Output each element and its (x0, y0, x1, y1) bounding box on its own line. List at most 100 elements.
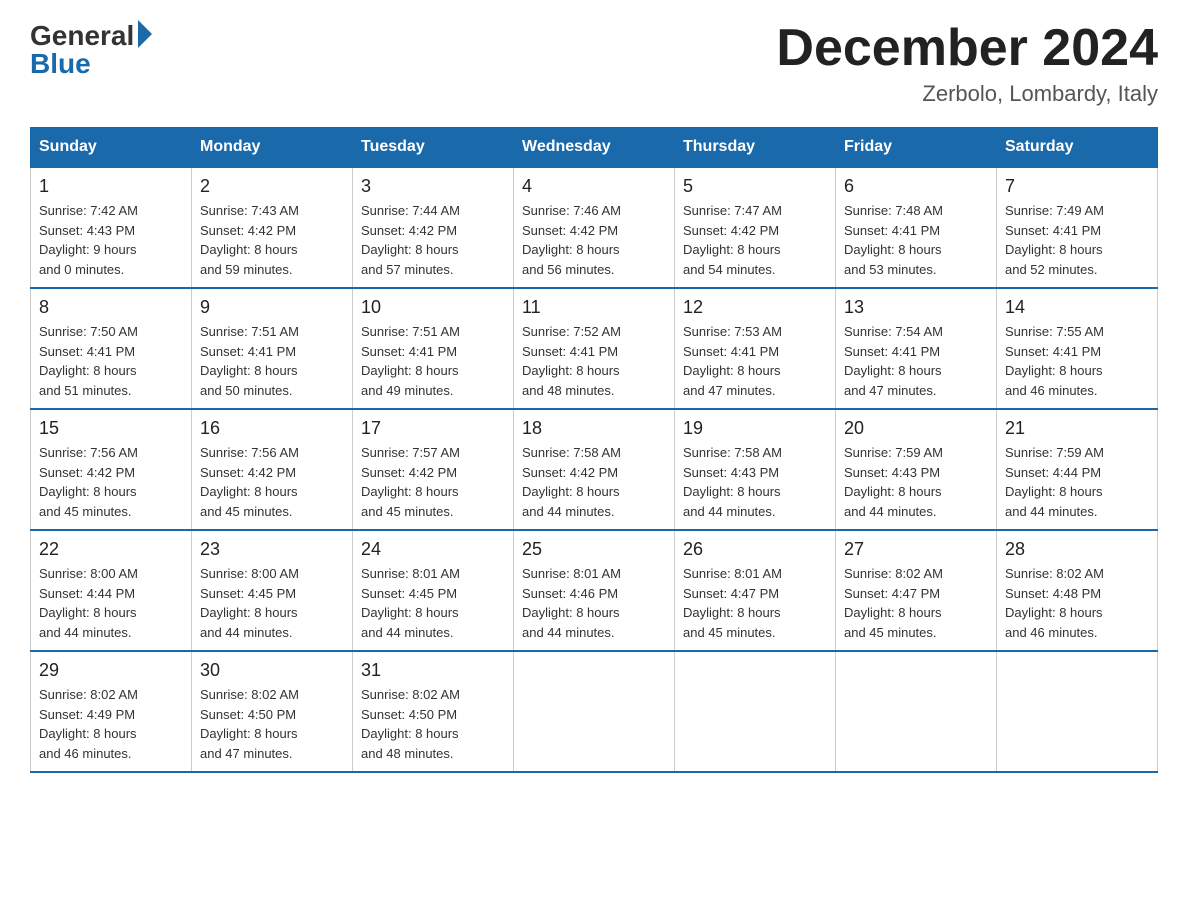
day-info: Sunrise: 8:01 AM Sunset: 4:47 PM Dayligh… (683, 564, 827, 642)
day-number: 8 (39, 297, 183, 318)
day-info: Sunrise: 7:47 AM Sunset: 4:42 PM Dayligh… (683, 201, 827, 279)
day-info: Sunrise: 7:56 AM Sunset: 4:42 PM Dayligh… (39, 443, 183, 521)
day-info: Sunrise: 7:50 AM Sunset: 4:41 PM Dayligh… (39, 322, 183, 400)
day-number: 30 (200, 660, 344, 681)
calendar-day-cell: 13Sunrise: 7:54 AM Sunset: 4:41 PM Dayli… (836, 288, 997, 409)
day-info: Sunrise: 7:46 AM Sunset: 4:42 PM Dayligh… (522, 201, 666, 279)
logo-blue-text: Blue (30, 48, 91, 80)
day-info: Sunrise: 8:02 AM Sunset: 4:50 PM Dayligh… (361, 685, 505, 763)
day-info: Sunrise: 7:56 AM Sunset: 4:42 PM Dayligh… (200, 443, 344, 521)
day-info: Sunrise: 8:02 AM Sunset: 4:50 PM Dayligh… (200, 685, 344, 763)
day-number: 25 (522, 539, 666, 560)
day-of-week-header: Monday (192, 128, 353, 168)
calendar-week-row: 8 Sunrise: 7:50 AM Sunset: 4:41 PM Daylig… (31, 288, 1158, 409)
day-info: Sunrise: 7:55 AM Sunset: 4:41 PM Dayligh… (1005, 322, 1149, 400)
day-info: Sunrise: 8:00 AM Sunset: 4:44 PM Dayligh… (39, 564, 183, 642)
calendar-day-cell: 10 Sunrise: 7:51 AM Sunset: 4:41 PM Dayli… (353, 288, 514, 409)
day-number: 4 (522, 176, 666, 197)
day-info: Sunrise: 7:58 AM Sunset: 4:43 PM Dayligh… (683, 443, 827, 521)
day-number: 27 (844, 539, 988, 560)
calendar-header-row: SundayMondayTuesdayWednesdayThursdayFrid… (31, 128, 1158, 168)
calendar-day-cell: 7 Sunrise: 7:49 AM Sunset: 4:41 PM Daylig… (997, 167, 1158, 288)
calendar-day-cell: 22 Sunrise: 8:00 AM Sunset: 4:44 PM Dayli… (31, 530, 192, 651)
calendar-day-cell: 23 Sunrise: 8:00 AM Sunset: 4:45 PM Dayli… (192, 530, 353, 651)
day-number: 2 (200, 176, 344, 197)
day-number: 17 (361, 418, 505, 439)
day-info: Sunrise: 8:01 AM Sunset: 4:45 PM Dayligh… (361, 564, 505, 642)
day-info: Sunrise: 7:42 AM Sunset: 4:43 PM Dayligh… (39, 201, 183, 279)
calendar-day-cell: 8 Sunrise: 7:50 AM Sunset: 4:41 PM Daylig… (31, 288, 192, 409)
day-number: 16 (200, 418, 344, 439)
day-info: Sunrise: 7:48 AM Sunset: 4:41 PM Dayligh… (844, 201, 988, 279)
day-info: Sunrise: 7:49 AM Sunset: 4:41 PM Dayligh… (1005, 201, 1149, 279)
day-number: 1 (39, 176, 183, 197)
day-of-week-header: Thursday (675, 128, 836, 168)
calendar-day-cell: 19 Sunrise: 7:58 AM Sunset: 4:43 PM Dayli… (675, 409, 836, 530)
day-number: 7 (1005, 176, 1149, 197)
day-number: 22 (39, 539, 183, 560)
day-number: 10 (361, 297, 505, 318)
day-of-week-header: Sunday (31, 128, 192, 168)
day-info: Sunrise: 8:02 AM Sunset: 4:47 PM Dayligh… (844, 564, 988, 642)
logo: General Blue (30, 20, 152, 80)
calendar-day-cell: 9 Sunrise: 7:51 AM Sunset: 4:41 PM Daylig… (192, 288, 353, 409)
day-number: 5 (683, 176, 827, 197)
day-info: Sunrise: 7:44 AM Sunset: 4:42 PM Dayligh… (361, 201, 505, 279)
day-info: Sunrise: 7:57 AM Sunset: 4:42 PM Dayligh… (361, 443, 505, 521)
calendar-day-cell: 30 Sunrise: 8:02 AM Sunset: 4:50 PM Dayli… (192, 651, 353, 772)
calendar-day-cell: 28Sunrise: 8:02 AM Sunset: 4:48 PM Dayli… (997, 530, 1158, 651)
day-number: 19 (683, 418, 827, 439)
day-info: Sunrise: 8:01 AM Sunset: 4:46 PM Dayligh… (522, 564, 666, 642)
calendar-day-cell: 15Sunrise: 7:56 AM Sunset: 4:42 PM Dayli… (31, 409, 192, 530)
day-number: 21 (1005, 418, 1149, 439)
calendar-day-cell: 25 Sunrise: 8:01 AM Sunset: 4:46 PM Dayli… (514, 530, 675, 651)
day-of-week-header: Wednesday (514, 128, 675, 168)
logo-triangle-icon (138, 20, 152, 48)
day-number: 20 (844, 418, 988, 439)
calendar-week-row: 1 Sunrise: 7:42 AM Sunset: 4:43 PM Daylig… (31, 167, 1158, 288)
calendar-day-cell: 5 Sunrise: 7:47 AM Sunset: 4:42 PM Daylig… (675, 167, 836, 288)
calendar-day-cell: 1 Sunrise: 7:42 AM Sunset: 4:43 PM Daylig… (31, 167, 192, 288)
day-info: Sunrise: 7:53 AM Sunset: 4:41 PM Dayligh… (683, 322, 827, 400)
calendar-day-cell: 16 Sunrise: 7:56 AM Sunset: 4:42 PM Dayli… (192, 409, 353, 530)
calendar-day-cell: 26 Sunrise: 8:01 AM Sunset: 4:47 PM Dayli… (675, 530, 836, 651)
day-number: 14 (1005, 297, 1149, 318)
day-info: Sunrise: 8:00 AM Sunset: 4:45 PM Dayligh… (200, 564, 344, 642)
calendar-day-cell: 27 Sunrise: 8:02 AM Sunset: 4:47 PM Dayli… (836, 530, 997, 651)
calendar-day-cell: 4 Sunrise: 7:46 AM Sunset: 4:42 PM Daylig… (514, 167, 675, 288)
calendar-week-row: 29Sunrise: 8:02 AM Sunset: 4:49 PM Dayli… (31, 651, 1158, 772)
calendar-week-row: 22 Sunrise: 8:00 AM Sunset: 4:44 PM Dayli… (31, 530, 1158, 651)
day-info: Sunrise: 7:51 AM Sunset: 4:41 PM Dayligh… (361, 322, 505, 400)
day-of-week-header: Saturday (997, 128, 1158, 168)
day-number: 29 (39, 660, 183, 681)
day-info: Sunrise: 7:58 AM Sunset: 4:42 PM Dayligh… (522, 443, 666, 521)
calendar-table: SundayMondayTuesdayWednesdayThursdayFrid… (30, 127, 1158, 773)
day-info: Sunrise: 7:43 AM Sunset: 4:42 PM Dayligh… (200, 201, 344, 279)
day-number: 13 (844, 297, 988, 318)
empty-day-cell (997, 651, 1158, 772)
empty-day-cell (675, 651, 836, 772)
day-of-week-header: Friday (836, 128, 997, 168)
calendar-day-cell: 12 Sunrise: 7:53 AM Sunset: 4:41 PM Dayli… (675, 288, 836, 409)
day-of-week-header: Tuesday (353, 128, 514, 168)
day-info: Sunrise: 7:52 AM Sunset: 4:41 PM Dayligh… (522, 322, 666, 400)
day-number: 12 (683, 297, 827, 318)
calendar-week-row: 15Sunrise: 7:56 AM Sunset: 4:42 PM Dayli… (31, 409, 1158, 530)
day-info: Sunrise: 7:59 AM Sunset: 4:43 PM Dayligh… (844, 443, 988, 521)
day-number: 6 (844, 176, 988, 197)
empty-day-cell (514, 651, 675, 772)
calendar-day-cell: 2 Sunrise: 7:43 AM Sunset: 4:42 PM Daylig… (192, 167, 353, 288)
calendar-title: December 2024 (776, 20, 1158, 77)
title-block: December 2024 Zerbolo, Lombardy, Italy (776, 20, 1158, 107)
calendar-day-cell: 17 Sunrise: 7:57 AM Sunset: 4:42 PM Dayli… (353, 409, 514, 530)
calendar-day-cell: 31Sunrise: 8:02 AM Sunset: 4:50 PM Dayli… (353, 651, 514, 772)
day-number: 9 (200, 297, 344, 318)
day-info: Sunrise: 7:59 AM Sunset: 4:44 PM Dayligh… (1005, 443, 1149, 521)
calendar-day-cell: 3Sunrise: 7:44 AM Sunset: 4:42 PM Daylig… (353, 167, 514, 288)
empty-day-cell (836, 651, 997, 772)
day-number: 23 (200, 539, 344, 560)
day-number: 26 (683, 539, 827, 560)
day-info: Sunrise: 7:51 AM Sunset: 4:41 PM Dayligh… (200, 322, 344, 400)
calendar-day-cell: 24Sunrise: 8:01 AM Sunset: 4:45 PM Dayli… (353, 530, 514, 651)
day-info: Sunrise: 8:02 AM Sunset: 4:48 PM Dayligh… (1005, 564, 1149, 642)
